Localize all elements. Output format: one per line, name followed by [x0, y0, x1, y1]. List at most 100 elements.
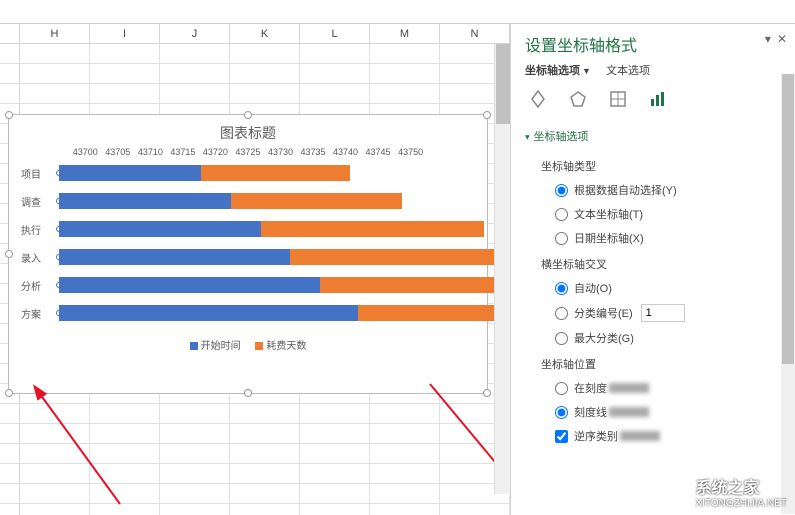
- panel-scrollbar[interactable]: [781, 74, 795, 514]
- blurred-text: [620, 431, 660, 441]
- radio-between-tick[interactable]: 刻度线: [541, 400, 781, 424]
- blurred-text: [609, 407, 649, 417]
- radio-input[interactable]: [555, 232, 568, 245]
- category-label[interactable]: 分析: [19, 278, 59, 293]
- panel-icon-row: [511, 86, 795, 122]
- plot-area[interactable]: 项目调查执行录入分析方案: [9, 157, 487, 325]
- bar-series2[interactable]: [231, 193, 403, 209]
- bar-series2[interactable]: [358, 305, 510, 321]
- col-header[interactable]: M: [370, 24, 440, 43]
- legend-label: 开始时间: [201, 341, 241, 352]
- category-label[interactable]: 调查: [19, 194, 59, 209]
- category-label[interactable]: 方案: [19, 306, 59, 321]
- bar-series2[interactable]: [261, 221, 485, 237]
- legend[interactable]: 开始时间 耗费天数: [9, 329, 487, 360]
- col-header[interactable]: K: [230, 24, 300, 43]
- scroll-thumb[interactable]: [782, 74, 794, 364]
- spreadsheet-area: H I J K L M N 图表标题 437004370543710437154…: [0, 24, 510, 515]
- bar-series2[interactable]: [320, 277, 510, 293]
- label-position: 坐标轴位置: [541, 350, 781, 376]
- chart-title[interactable]: 图表标题: [9, 115, 487, 147]
- radio-input[interactable]: [555, 184, 568, 197]
- chart[interactable]: 图表标题 43700437054371043715437204372543730…: [8, 114, 488, 394]
- panel-body: 坐标轴选项 坐标轴类型 根据数据自动选择(Y) 文本坐标轴(T) 日期坐标轴(X…: [511, 122, 795, 482]
- radio-input[interactable]: [555, 382, 568, 395]
- check-reverse-order[interactable]: 逆序类别: [541, 424, 781, 448]
- watermark-brand: 系统之家: [696, 474, 788, 498]
- tab-text-options[interactable]: 文本选项: [606, 62, 650, 78]
- radio-label: 分类编号(E): [574, 305, 633, 321]
- category-number-input[interactable]: [641, 304, 685, 322]
- axis-icon[interactable]: [645, 86, 671, 112]
- legend-item[interactable]: 开始时间: [190, 337, 241, 352]
- radio-input[interactable]: [555, 332, 568, 345]
- dropdown-icon[interactable]: ▾: [765, 32, 771, 46]
- bar-series1[interactable]: [59, 277, 320, 293]
- radio-label: 在刻度: [574, 380, 607, 396]
- size-icon[interactable]: [605, 86, 631, 112]
- x-axis[interactable]: 4370043705437104371543720437254373043735…: [9, 147, 487, 157]
- radio-on-tick[interactable]: 在刻度: [541, 376, 781, 400]
- watermark: 系统之家 XITONGZHIJIA.NET: [696, 474, 788, 509]
- radio-label: 文本坐标轴(T): [574, 206, 643, 222]
- bar-series1[interactable]: [59, 221, 261, 237]
- resize-handle[interactable]: [483, 389, 491, 397]
- category-label[interactable]: 录入: [19, 250, 59, 265]
- radio-cross-auto[interactable]: 自动(O): [541, 276, 781, 300]
- effects-icon[interactable]: [565, 86, 591, 112]
- radio-input[interactable]: [555, 307, 568, 320]
- radio-auto-select[interactable]: 根据数据自动选择(Y): [541, 178, 781, 202]
- radio-date-axis[interactable]: 日期坐标轴(X): [541, 226, 781, 250]
- col-header[interactable]: I: [90, 24, 160, 43]
- legend-label: 耗费天数: [266, 341, 306, 352]
- radio-label: 最大分类(G): [574, 330, 634, 346]
- section-axis-options[interactable]: 坐标轴选项: [525, 122, 781, 150]
- check-label: 逆序类别: [574, 428, 618, 444]
- radio-input[interactable]: [555, 208, 568, 221]
- radio-label: 根据数据自动选择(Y): [574, 182, 677, 198]
- category-label[interactable]: 执行: [19, 222, 59, 237]
- label-cross: 横坐标轴交叉: [541, 250, 781, 276]
- panel-tabs: 坐标轴选项▼ 文本选项: [511, 62, 795, 86]
- radio-label: 刻度线: [574, 404, 607, 420]
- bar-series1[interactable]: [59, 165, 201, 181]
- bar-series2[interactable]: [201, 165, 350, 181]
- bar-series1[interactable]: [59, 305, 358, 321]
- resize-handle[interactable]: [483, 111, 491, 119]
- resize-handle[interactable]: [244, 389, 252, 397]
- resize-handle[interactable]: [5, 111, 13, 119]
- category-label[interactable]: 项目: [19, 166, 59, 181]
- radio-label: 自动(O): [574, 280, 612, 296]
- col-header[interactable]: L: [300, 24, 370, 43]
- bar-series1[interactable]: [59, 193, 231, 209]
- tab-axis-options[interactable]: 坐标轴选项▼: [525, 62, 591, 78]
- panel-controls: ▾ ✕: [765, 32, 787, 46]
- checkbox-input[interactable]: [555, 430, 568, 443]
- resize-handle[interactable]: [244, 111, 252, 119]
- watermark-url: XITONGZHIJIA.NET: [696, 498, 788, 509]
- blurred-text: [609, 383, 649, 393]
- label-axis-type: 坐标轴类型: [541, 152, 781, 178]
- format-axis-panel: ▾ ✕ 设置坐标轴格式 坐标轴选项▼ 文本选项 坐标轴选项 坐标轴类型 根据数据…: [510, 24, 795, 515]
- legend-item[interactable]: 耗费天数: [255, 337, 306, 352]
- radio-label: 日期坐标轴(X): [574, 230, 644, 246]
- resize-handle[interactable]: [5, 250, 13, 258]
- select-all-corner[interactable]: [0, 24, 20, 43]
- vertical-scrollbar[interactable]: [494, 44, 510, 494]
- radio-input[interactable]: [555, 406, 568, 419]
- radio-text-axis[interactable]: 文本坐标轴(T): [541, 202, 781, 226]
- formula-bar[interactable]: [0, 0, 795, 24]
- fill-icon[interactable]: [525, 86, 551, 112]
- scroll-thumb[interactable]: [496, 44, 510, 124]
- col-header[interactable]: N: [440, 24, 510, 43]
- resize-handle[interactable]: [5, 389, 13, 397]
- radio-cross-max[interactable]: 最大分类(G): [541, 326, 781, 350]
- col-header[interactable]: J: [160, 24, 230, 43]
- radio-input[interactable]: [555, 282, 568, 295]
- radio-cross-category[interactable]: 分类编号(E): [541, 300, 781, 326]
- bar-series2[interactable]: [290, 249, 510, 265]
- close-icon[interactable]: ✕: [777, 32, 787, 46]
- column-headers: H I J K L M N: [0, 24, 510, 44]
- bar-series1[interactable]: [59, 249, 290, 265]
- col-header[interactable]: H: [20, 24, 90, 43]
